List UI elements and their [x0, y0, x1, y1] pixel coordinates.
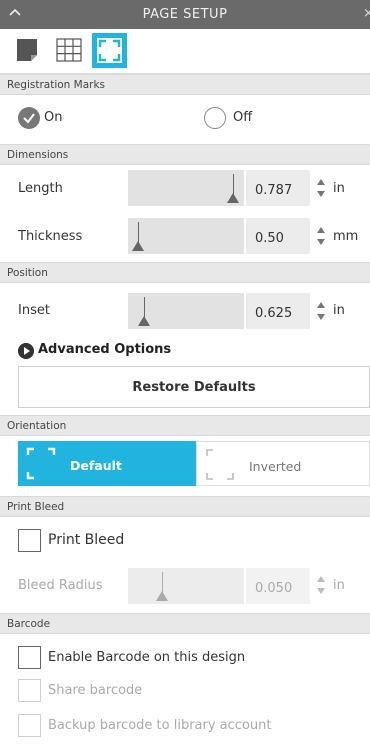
grid-icon: [56, 38, 82, 62]
restore-defaults-button[interactable]: Restore Defaults: [18, 366, 370, 408]
thickness-spinner-icon[interactable]: [316, 225, 326, 247]
inset-unit: in: [333, 303, 345, 318]
inset-value-field[interactable]: 0.625: [246, 293, 310, 329]
registration-on-radio[interactable]: [18, 107, 40, 129]
tab-page[interactable]: [11, 33, 46, 68]
share-barcode-checkbox[interactable]: [18, 679, 41, 702]
registration-marks-inverted-icon: [206, 449, 234, 480]
enable-barcode-label: Enable Barcode on this design: [48, 650, 246, 665]
section-position: Position: [0, 262, 370, 283]
thickness-slider[interactable]: [128, 218, 244, 254]
section-registration-marks: Registration Marks: [0, 74, 370, 95]
section-dimensions: Dimensions: [0, 144, 370, 165]
tab-registration[interactable]: [92, 33, 127, 68]
bleed-radius-unit: in: [333, 578, 345, 593]
orientation-default-label: Default: [70, 458, 122, 473]
advanced-options-label: Advanced Options: [38, 342, 172, 357]
section-orientation: Orientation: [0, 415, 370, 436]
length-slider[interactable]: [128, 170, 244, 206]
print-bleed-checkbox[interactable]: [18, 529, 41, 552]
inset-slider[interactable]: [128, 293, 244, 329]
print-bleed-label: Print Bleed: [48, 532, 125, 548]
registration-on-label: On: [44, 110, 63, 125]
bleed-radius-spinner-icon[interactable]: [316, 574, 326, 596]
enable-barcode-checkbox[interactable]: [18, 646, 41, 669]
length-label: Length: [18, 181, 63, 196]
backup-barcode-checkbox[interactable]: [18, 714, 41, 737]
play-circle-icon: [18, 343, 34, 359]
share-barcode-label: Share barcode: [48, 683, 143, 698]
length-unit: in: [333, 181, 345, 196]
close-icon[interactable]: ×: [363, 6, 370, 21]
thickness-slider-thumb[interactable]: [132, 241, 144, 251]
length-slider-thumb[interactable]: [227, 193, 239, 203]
inset-slider-thumb[interactable]: [138, 316, 150, 326]
page-setup-tabs: [0, 29, 370, 74]
orientation-default-button[interactable]: Default: [18, 441, 196, 486]
registration-off-radio[interactable]: [204, 107, 226, 129]
registration-off-label: Off: [233, 110, 253, 125]
thickness-unit: mm: [333, 229, 359, 244]
length-value-field[interactable]: 0.787: [246, 170, 310, 206]
panel-title: PAGE SETUP: [142, 7, 228, 22]
backup-barcode-label: Backup barcode to library account: [48, 718, 272, 733]
bleed-radius-label: Bleed Radius: [18, 578, 103, 593]
thickness-value-field[interactable]: 0.50: [246, 218, 310, 254]
section-barcode: Barcode: [0, 613, 370, 634]
orientation-inverted-label: Inverted: [249, 459, 302, 474]
panel-title-bar: PAGE SETUP ×: [0, 0, 370, 29]
bleed-radius-slider[interactable]: [128, 568, 244, 604]
checkmark-icon: [23, 113, 35, 124]
inset-label: Inset: [18, 303, 50, 318]
inset-spinner-icon[interactable]: [316, 300, 326, 322]
thickness-label: Thickness: [18, 229, 83, 244]
orientation-inverted-button[interactable]: Inverted: [196, 441, 370, 486]
page-icon: [17, 39, 37, 61]
registration-marks-icon: [97, 38, 122, 63]
registration-marks-icon: [26, 447, 56, 480]
bleed-radius-slider-thumb[interactable]: [156, 591, 168, 601]
length-spinner-icon[interactable]: [316, 177, 326, 199]
section-print-bleed: Print Bleed: [0, 496, 370, 517]
bleed-radius-value-field[interactable]: 0.050: [246, 568, 310, 604]
tab-cut-mat[interactable]: [52, 33, 87, 68]
